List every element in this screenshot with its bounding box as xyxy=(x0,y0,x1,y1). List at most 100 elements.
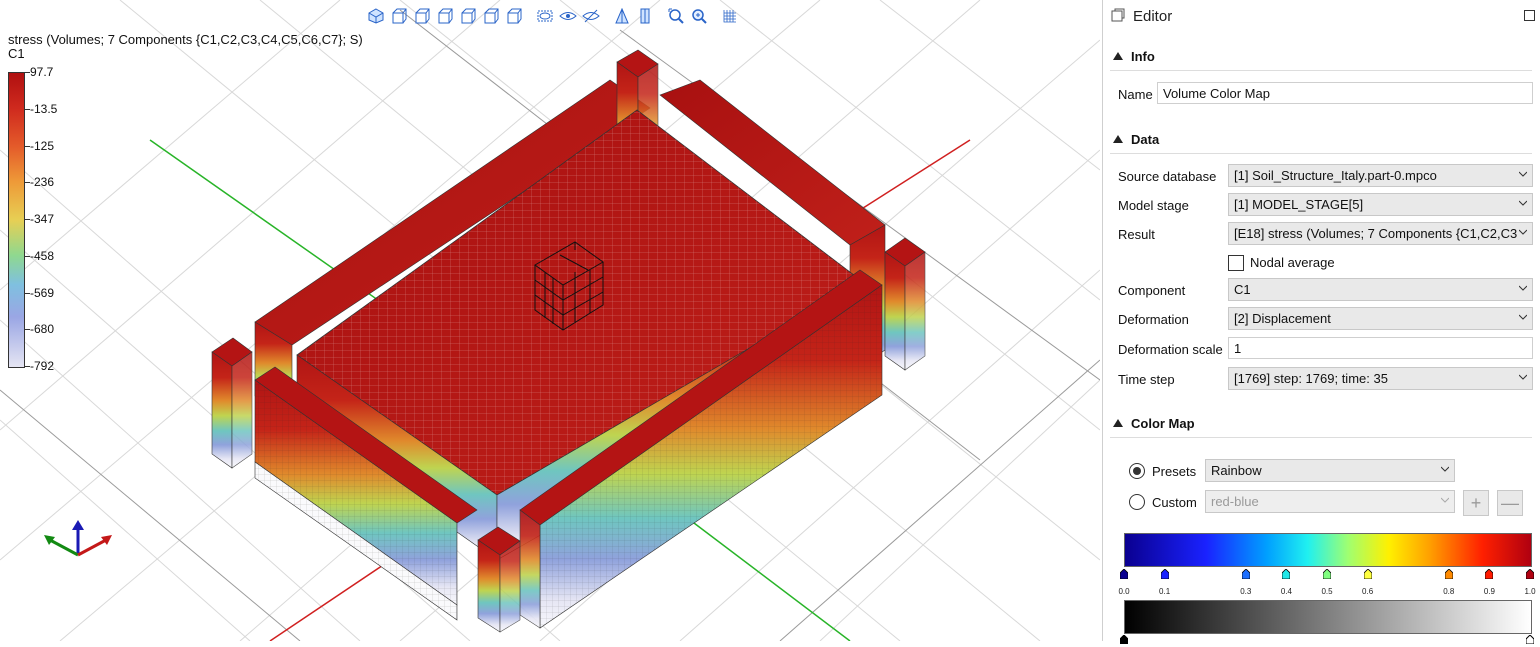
editor-header: Editor xyxy=(1103,0,1540,33)
presets-label: Presets xyxy=(1152,463,1197,479)
legend-tick-label: 97.7 xyxy=(30,65,54,79)
view-bottom-icon[interactable] xyxy=(504,6,524,26)
colormap-stop-marker[interactable] xyxy=(1444,567,1454,580)
model-stage-select[interactable]: [1] MODEL_STAGE[5] xyxy=(1228,193,1533,216)
source-database-value: [1] Soil_Structure_Italy.part-0.mpco xyxy=(1234,168,1437,183)
alpha-stop-marker-end[interactable] xyxy=(1525,632,1535,645)
view-front-icon[interactable] xyxy=(389,6,409,26)
legend-tick-label: -236 xyxy=(30,175,55,190)
colormap-stop-label: 0.5 xyxy=(1321,587,1333,596)
grid-icon[interactable] xyxy=(720,6,740,26)
component-value: C1 xyxy=(1234,282,1251,297)
collapse-triangle-icon xyxy=(1113,419,1123,427)
deformation-select[interactable]: [2] Displacement xyxy=(1228,307,1533,330)
time-step-value: [1769] step: 1769; time: 35 xyxy=(1234,371,1388,386)
deformation-scale-label: Deformation scale xyxy=(1118,341,1223,357)
legend-tick-label: -792 xyxy=(30,359,55,373)
deformation-scale-field[interactable]: 1 xyxy=(1228,337,1533,359)
alpha-stop-marker[interactable] xyxy=(1119,632,1129,645)
view-left-icon[interactable] xyxy=(435,6,455,26)
alpha-gradient[interactable] xyxy=(1124,600,1532,634)
colormap-stop-label: 0.1 xyxy=(1159,587,1171,596)
colormap-stop-label: 0.4 xyxy=(1280,587,1292,596)
legend-tick-label: -569 xyxy=(30,285,55,300)
view-top-icon[interactable] xyxy=(481,6,501,26)
remove-colormap-button[interactable]: — xyxy=(1497,490,1523,516)
model-walls xyxy=(211,49,926,633)
zoom-fit-icon[interactable] xyxy=(666,6,686,26)
legend-tick-label: -13.5 xyxy=(30,101,58,116)
parallel-icon[interactable] xyxy=(635,6,655,26)
chevron-down-icon xyxy=(1519,374,1527,380)
hide-icon[interactable] xyxy=(535,6,555,26)
section-colormap-header[interactable]: Color Map xyxy=(1110,409,1532,438)
global-x-axis xyxy=(859,139,971,211)
chevron-down-icon xyxy=(1519,171,1527,177)
chevron-down-icon xyxy=(1441,497,1449,503)
colormap-stop-label: 1.0 xyxy=(1524,587,1536,596)
add-colormap-button[interactable]: + xyxy=(1463,490,1489,516)
time-step-select[interactable]: [1769] step: 1769; time: 35 xyxy=(1228,367,1533,390)
source-database-label: Source database xyxy=(1118,168,1217,184)
custom-select[interactable]: red-blue xyxy=(1205,490,1455,513)
colormap-stop-marker[interactable] xyxy=(1525,567,1535,580)
perspective-icon[interactable] xyxy=(612,6,632,26)
time-step-label: Time step xyxy=(1118,371,1175,387)
deformation-value: [2] Displacement xyxy=(1234,311,1331,326)
view-iso-icon[interactable] xyxy=(366,6,386,26)
colormap-gradient[interactable] xyxy=(1124,533,1532,567)
section-info-header[interactable]: Info xyxy=(1110,42,1532,71)
colormap-stop-marker[interactable] xyxy=(1119,567,1129,580)
legend-tick-label: -680 xyxy=(30,322,55,337)
chevron-down-icon xyxy=(1519,314,1527,320)
colormap-stop-marker[interactable] xyxy=(1241,567,1251,580)
nodal-average-label: Nodal average xyxy=(1250,254,1335,270)
model-stage-value: [1] MODEL_STAGE[5] xyxy=(1234,197,1364,212)
result-value: [E18] stress (Volumes; 7 Components {C1,… xyxy=(1234,226,1518,241)
collapse-triangle-icon xyxy=(1113,52,1123,60)
section-data-title: Data xyxy=(1131,131,1160,147)
3d-viewport[interactable]: stress (Volumes; 7 Components {C1,C2,C3,… xyxy=(0,0,1100,641)
presets-select[interactable]: Rainbow xyxy=(1205,459,1455,482)
collapse-triangle-icon xyxy=(1113,135,1123,143)
custom-label: Custom xyxy=(1152,494,1197,510)
editor-title: Editor xyxy=(1133,8,1173,25)
custom-radio[interactable] xyxy=(1129,494,1145,510)
hide-all-icon[interactable] xyxy=(581,6,601,26)
component-select[interactable]: C1 xyxy=(1228,278,1533,301)
legend-tick-label: -347 xyxy=(30,212,55,226)
colormap-stop-marker[interactable] xyxy=(1363,567,1372,580)
name-field[interactable]: Volume Color Map xyxy=(1157,82,1533,104)
chevron-down-icon xyxy=(1441,466,1449,472)
chevron-down-icon xyxy=(1519,285,1527,291)
section-data-header[interactable]: Data xyxy=(1110,125,1532,154)
show-icon[interactable] xyxy=(558,6,578,26)
view-right-icon[interactable] xyxy=(458,6,478,26)
legend-component: C1 xyxy=(8,46,25,61)
view-back-icon[interactable] xyxy=(412,6,432,26)
colormap-stop-label: 0.9 xyxy=(1483,587,1495,596)
deformation-label: Deformation xyxy=(1118,311,1189,327)
legend-color-bar xyxy=(8,72,25,368)
result-select[interactable]: [E18] stress (Volumes; 7 Components {C1,… xyxy=(1228,222,1533,245)
model-scene[interactable] xyxy=(0,0,1100,641)
name-label: Name xyxy=(1118,86,1153,102)
legend-tick-label: -125 xyxy=(30,138,55,153)
minus-icon: — xyxy=(1501,492,1519,513)
source-database-select[interactable]: [1] Soil_Structure_Italy.part-0.mpco xyxy=(1228,164,1533,187)
colormap-stop-marker[interactable] xyxy=(1322,567,1332,580)
colormap-stop-label: 0.6 xyxy=(1362,587,1374,596)
legend-tick-label: -458 xyxy=(30,248,55,263)
result-label: Result xyxy=(1118,226,1155,242)
legend-title: stress (Volumes; 7 Components {C1,C2,C3,… xyxy=(8,32,363,47)
plus-icon: + xyxy=(1470,492,1482,513)
zoom-icon[interactable] xyxy=(689,6,709,26)
model-stage-label: Model stage xyxy=(1118,197,1189,213)
colormap-stop-marker[interactable] xyxy=(1484,567,1494,580)
nodal-average-checkbox[interactable] xyxy=(1228,255,1244,271)
restore-icon[interactable] xyxy=(1524,10,1535,21)
chevron-down-icon xyxy=(1519,228,1527,236)
colormap-stop-marker[interactable] xyxy=(1160,567,1169,580)
presets-radio[interactable] xyxy=(1129,463,1145,479)
colormap-stop-marker[interactable] xyxy=(1281,567,1291,580)
